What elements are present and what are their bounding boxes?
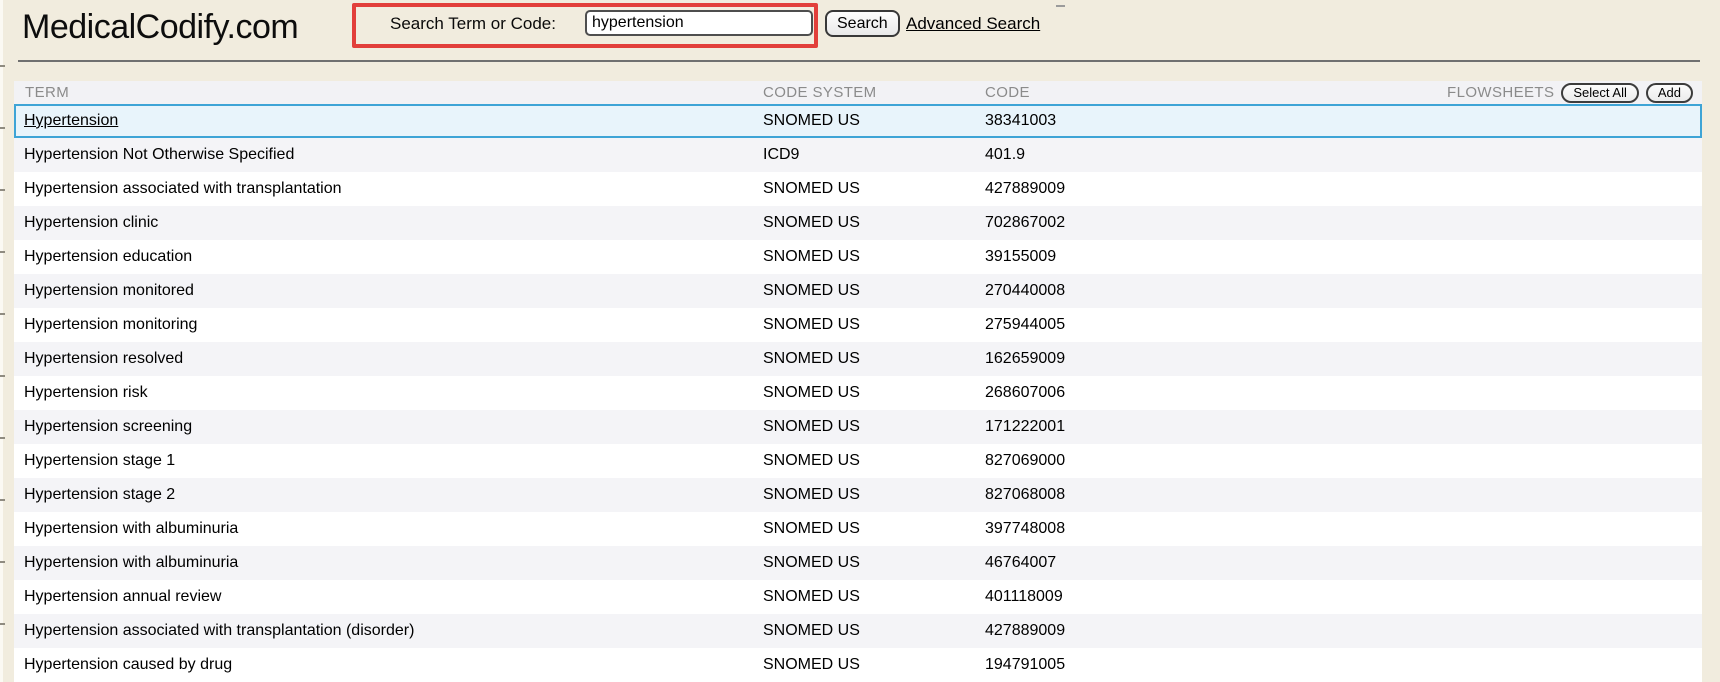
term-cell: Hypertension clinic (14, 214, 763, 232)
tick-mark (0, 623, 5, 625)
table-row[interactable]: Hypertension associated with transplanta… (14, 172, 1702, 206)
tick-mark (0, 189, 5, 191)
table-row[interactable]: Hypertension educationSNOMED US39155009 (14, 240, 1702, 274)
search-label: Search Term or Code: (390, 14, 556, 34)
table-row[interactable]: Hypertension caused by drugSNOMED US1947… (14, 648, 1702, 682)
code-cell: 827069000 (985, 452, 1702, 470)
search-button[interactable]: Search (825, 10, 900, 37)
tick-mark (0, 127, 5, 129)
table-row[interactable]: Hypertension with albuminuriaSNOMED US39… (14, 512, 1702, 546)
code-system-cell: SNOMED US (763, 418, 985, 436)
code-system-cell: SNOMED US (763, 554, 985, 572)
tick-mark (0, 375, 5, 377)
term-cell: Hypertension associated with transplanta… (14, 622, 763, 640)
table-row[interactable]: Hypertension monitoredSNOMED US270440008 (14, 274, 1702, 308)
code-system-cell: SNOMED US (763, 282, 985, 300)
code-system-cell: SNOMED US (763, 486, 985, 504)
column-header-code: CODE (985, 84, 1030, 101)
term-cell: Hypertension annual review (14, 588, 763, 606)
code-system-cell: SNOMED US (763, 588, 985, 606)
term-cell: Hypertension risk (14, 384, 763, 402)
table-row[interactable]: Hypertension associated with transplanta… (14, 614, 1702, 648)
search-input[interactable] (585, 10, 813, 36)
tick-mark (0, 251, 5, 253)
code-system-cell: ICD9 (763, 146, 985, 164)
results-table: TERM CODE SYSTEM CODE FLOWSHEETS Select … (14, 81, 1702, 682)
table-body: HypertensionSNOMED US38341003Hypertensio… (14, 104, 1702, 682)
code-cell: 268607006 (985, 384, 1702, 402)
header-divider (18, 60, 1700, 62)
code-system-cell: SNOMED US (763, 622, 985, 640)
page-left-edge (0, 0, 3, 682)
site-title: MedicalCodify.com (22, 8, 298, 47)
artifact-dash (1056, 5, 1065, 7)
code-system-cell: SNOMED US (763, 452, 985, 470)
term-cell: Hypertension Not Otherwise Specified (14, 146, 763, 164)
term-cell: Hypertension stage 1 (14, 452, 763, 470)
code-cell: 427889009 (985, 180, 1702, 198)
code-system-cell: SNOMED US (763, 384, 985, 402)
code-cell: 275944005 (985, 316, 1702, 334)
code-cell: 194791005 (985, 656, 1702, 674)
tick-mark (0, 561, 5, 563)
code-cell: 401118009 (985, 588, 1702, 606)
advanced-search-link[interactable]: Advanced Search (906, 14, 1040, 34)
code-system-cell: SNOMED US (763, 656, 985, 674)
table-row[interactable]: Hypertension clinicSNOMED US702867002 (14, 206, 1702, 240)
term-cell: Hypertension caused by drug (14, 656, 763, 674)
term-cell: Hypertension resolved (14, 350, 763, 368)
term-cell: Hypertension with albuminuria (14, 520, 763, 538)
code-system-cell: SNOMED US (763, 316, 985, 334)
tick-mark (0, 313, 5, 315)
term-link[interactable]: Hypertension (14, 112, 763, 130)
tick-mark (0, 499, 5, 501)
code-cell: 171222001 (985, 418, 1702, 436)
table-header-row: TERM CODE SYSTEM CODE FLOWSHEETS Select … (14, 81, 1702, 104)
add-button[interactable]: Add (1646, 83, 1693, 103)
table-row[interactable]: Hypertension Not Otherwise SpecifiedICD9… (14, 138, 1702, 172)
table-row[interactable]: Hypertension stage 1SNOMED US827069000 (14, 444, 1702, 478)
code-cell: 39155009 (985, 248, 1702, 266)
table-row[interactable]: HypertensionSNOMED US38341003 (14, 104, 1702, 138)
code-system-cell: SNOMED US (763, 180, 985, 198)
code-cell: 702867002 (985, 214, 1702, 232)
column-header-code-and-flowsheets: CODE FLOWSHEETS Select All Add (985, 83, 1702, 103)
code-cell: 401.9 (985, 146, 1702, 164)
code-cell: 270440008 (985, 282, 1702, 300)
term-cell: Hypertension education (14, 248, 763, 266)
code-cell: 397748008 (985, 520, 1702, 538)
code-system-cell: SNOMED US (763, 214, 985, 232)
code-system-cell: SNOMED US (763, 350, 985, 368)
tick-mark (0, 437, 5, 439)
term-cell: Hypertension associated with transplanta… (14, 180, 763, 198)
table-row[interactable]: Hypertension with albuminuriaSNOMED US46… (14, 546, 1702, 580)
code-cell: 46764007 (985, 554, 1702, 572)
tick-mark (0, 65, 5, 67)
code-cell: 162659009 (985, 350, 1702, 368)
code-system-cell: SNOMED US (763, 520, 985, 538)
table-row[interactable]: Hypertension stage 2SNOMED US827068008 (14, 478, 1702, 512)
table-row[interactable]: Hypertension resolvedSNOMED US162659009 (14, 342, 1702, 376)
table-row[interactable]: Hypertension riskSNOMED US268607006 (14, 376, 1702, 410)
select-all-button[interactable]: Select All (1561, 83, 1638, 103)
term-cell: Hypertension monitored (14, 282, 763, 300)
column-header-term: TERM (14, 84, 763, 101)
term-cell: Hypertension monitoring (14, 316, 763, 334)
table-row[interactable]: Hypertension screeningSNOMED US171222001 (14, 410, 1702, 444)
column-header-flowsheets: FLOWSHEETS (1447, 84, 1554, 101)
code-cell: 427889009 (985, 622, 1702, 640)
column-header-code-system: CODE SYSTEM (763, 84, 985, 101)
code-system-cell: SNOMED US (763, 112, 985, 130)
term-cell: Hypertension screening (14, 418, 763, 436)
code-cell: 827068008 (985, 486, 1702, 504)
code-system-cell: SNOMED US (763, 248, 985, 266)
code-cell: 38341003 (985, 112, 1702, 130)
table-row[interactable]: Hypertension annual reviewSNOMED US40111… (14, 580, 1702, 614)
table-row[interactable]: Hypertension monitoringSNOMED US27594400… (14, 308, 1702, 342)
term-cell: Hypertension with albuminuria (14, 554, 763, 572)
term-cell: Hypertension stage 2 (14, 486, 763, 504)
